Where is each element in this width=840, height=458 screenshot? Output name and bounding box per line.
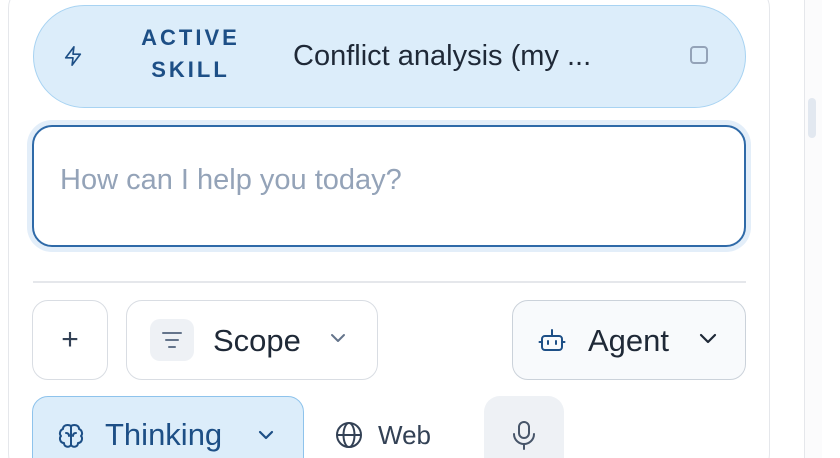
chevron-down-icon	[331, 334, 345, 342]
bolt-icon	[64, 46, 82, 66]
chevron-down-icon	[699, 333, 717, 344]
add-button[interactable]: +	[32, 300, 108, 380]
scrollbar-track[interactable]	[804, 0, 822, 458]
plus-icon: +	[61, 323, 79, 356]
web-label: Web	[378, 420, 431, 450]
filter-icon	[150, 319, 194, 361]
active-skill-tag: ACTIVE SKILL	[133, 22, 248, 86]
divider	[33, 281, 746, 283]
prompt-input[interactable]	[60, 160, 660, 200]
scope-button[interactable]: Scope	[126, 300, 378, 380]
agent-button[interactable]: Agent	[512, 300, 746, 380]
thinking-label: Thinking	[105, 417, 223, 452]
thinking-button[interactable]: Thinking	[32, 396, 304, 458]
globe-icon	[336, 422, 362, 448]
active-skill-tag-line1: ACTIVE	[141, 25, 240, 50]
web-toggle[interactable]: Web	[334, 410, 431, 458]
active-skill-tag-line2: SKILL	[151, 57, 230, 82]
microphone-button[interactable]	[484, 396, 564, 458]
chevron-down-icon	[258, 430, 274, 440]
scrollbar-thumb[interactable]	[808, 98, 816, 138]
microphone-icon	[513, 421, 535, 450]
active-skill-title: Conflict analysis (my ...	[293, 40, 592, 72]
brain-icon	[58, 424, 84, 448]
scope-label: Scope	[213, 323, 301, 358]
robot-icon	[538, 329, 566, 351]
square-close-icon[interactable]	[690, 46, 708, 64]
agent-label: Agent	[588, 323, 670, 358]
